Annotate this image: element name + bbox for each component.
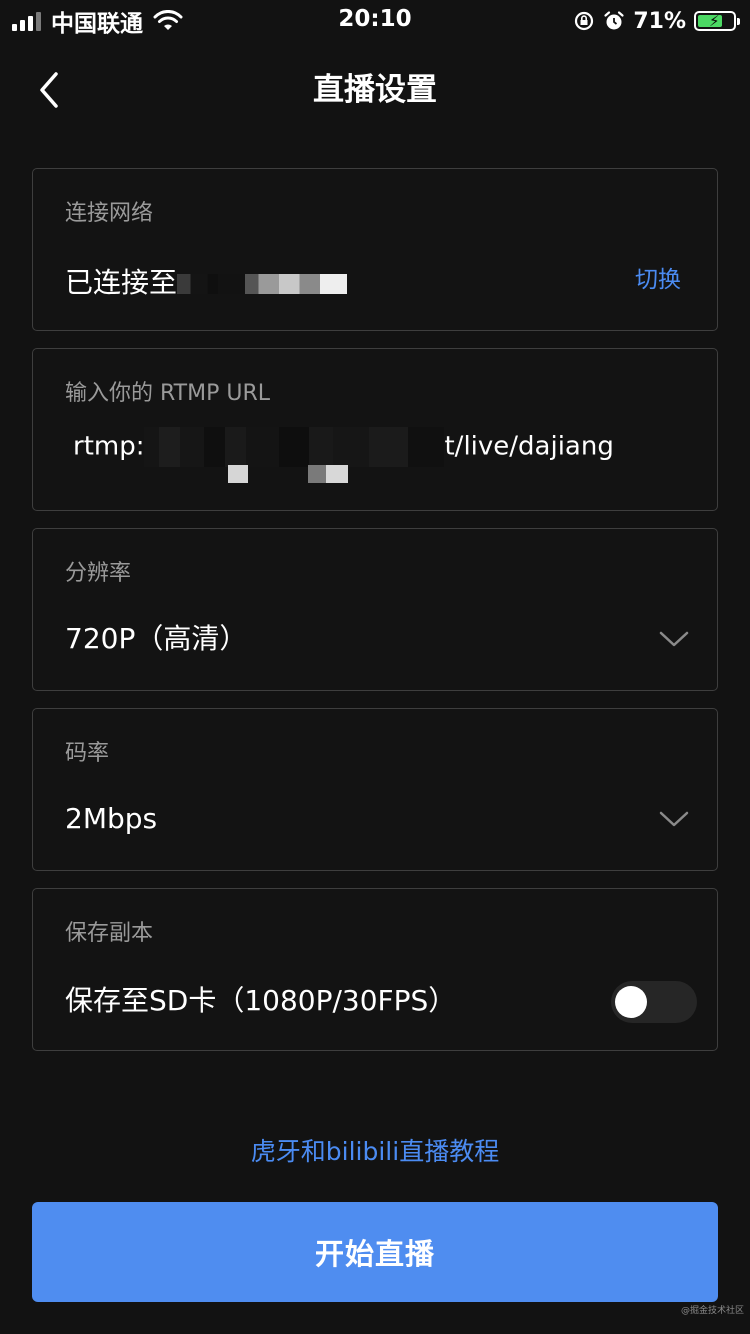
redacted-url-part <box>144 427 445 467</box>
page-title: 直播设置 <box>313 72 437 108</box>
battery-percent: 71% <box>633 8 686 34</box>
rtmp-card: 输入你的 RTMP URL rtmp: t/live/dajiang <box>32 348 718 511</box>
switch-network-link[interactable]: 切换 <box>635 263 681 297</box>
charging-bolt-icon: ⚡ <box>709 12 720 30</box>
watermark: @掘金技术社区 <box>680 1306 744 1316</box>
tutorial-link[interactable]: 虎牙和bilibili直播教程 <box>0 1134 750 1170</box>
network-label: 连接网络 <box>65 201 154 226</box>
bitrate-value: 2Mbps <box>65 802 158 835</box>
screen-lock-icon <box>575 11 594 31</box>
network-status-text: 已连接至 <box>65 266 178 299</box>
chevron-down-icon[interactable] <box>659 809 689 829</box>
rtmp-url-input[interactable]: rtmp: t/live/dajiang <box>73 427 614 483</box>
resolution-card[interactable]: 分辨率 720P（高清） <box>32 528 718 691</box>
save-copy-label: 保存副本 <box>65 921 154 946</box>
save-copy-option: 保存至SD卡（1080P/30FPS） <box>65 984 457 1017</box>
save-to-sd-toggle[interactable] <box>611 981 697 1023</box>
nav-bar: 直播设置 <box>0 56 750 126</box>
rtmp-url-suffix: t/live/dajiang <box>444 431 614 462</box>
redacted-network-name <box>177 274 348 294</box>
network-card: 连接网络 已连接至 切换 <box>32 168 718 331</box>
resolution-value: 720P（高清） <box>65 622 248 655</box>
save-copy-card: 保存副本 保存至SD卡（1080P/30FPS） <box>32 888 718 1051</box>
network-value: 已连接至 <box>65 263 348 303</box>
start-live-button[interactable]: 开始直播 <box>32 1202 718 1302</box>
chevron-down-icon[interactable] <box>659 629 689 649</box>
toggle-knob <box>615 986 647 1018</box>
status-bar-right: 71% ⚡ <box>573 6 740 36</box>
bitrate-label: 码率 <box>65 741 110 766</box>
bitrate-card[interactable]: 码率 2Mbps <box>32 708 718 871</box>
resolution-label: 分辨率 <box>65 561 132 586</box>
battery-charging-icon: ⚡ <box>694 11 740 31</box>
alarm-icon <box>604 11 624 30</box>
rtmp-label: 输入你的 RTMP URL <box>65 381 271 406</box>
rtmp-url-prefix: rtmp: <box>73 431 145 462</box>
status-bar: 中国联通 20:10 71% ⚡ <box>0 0 750 42</box>
